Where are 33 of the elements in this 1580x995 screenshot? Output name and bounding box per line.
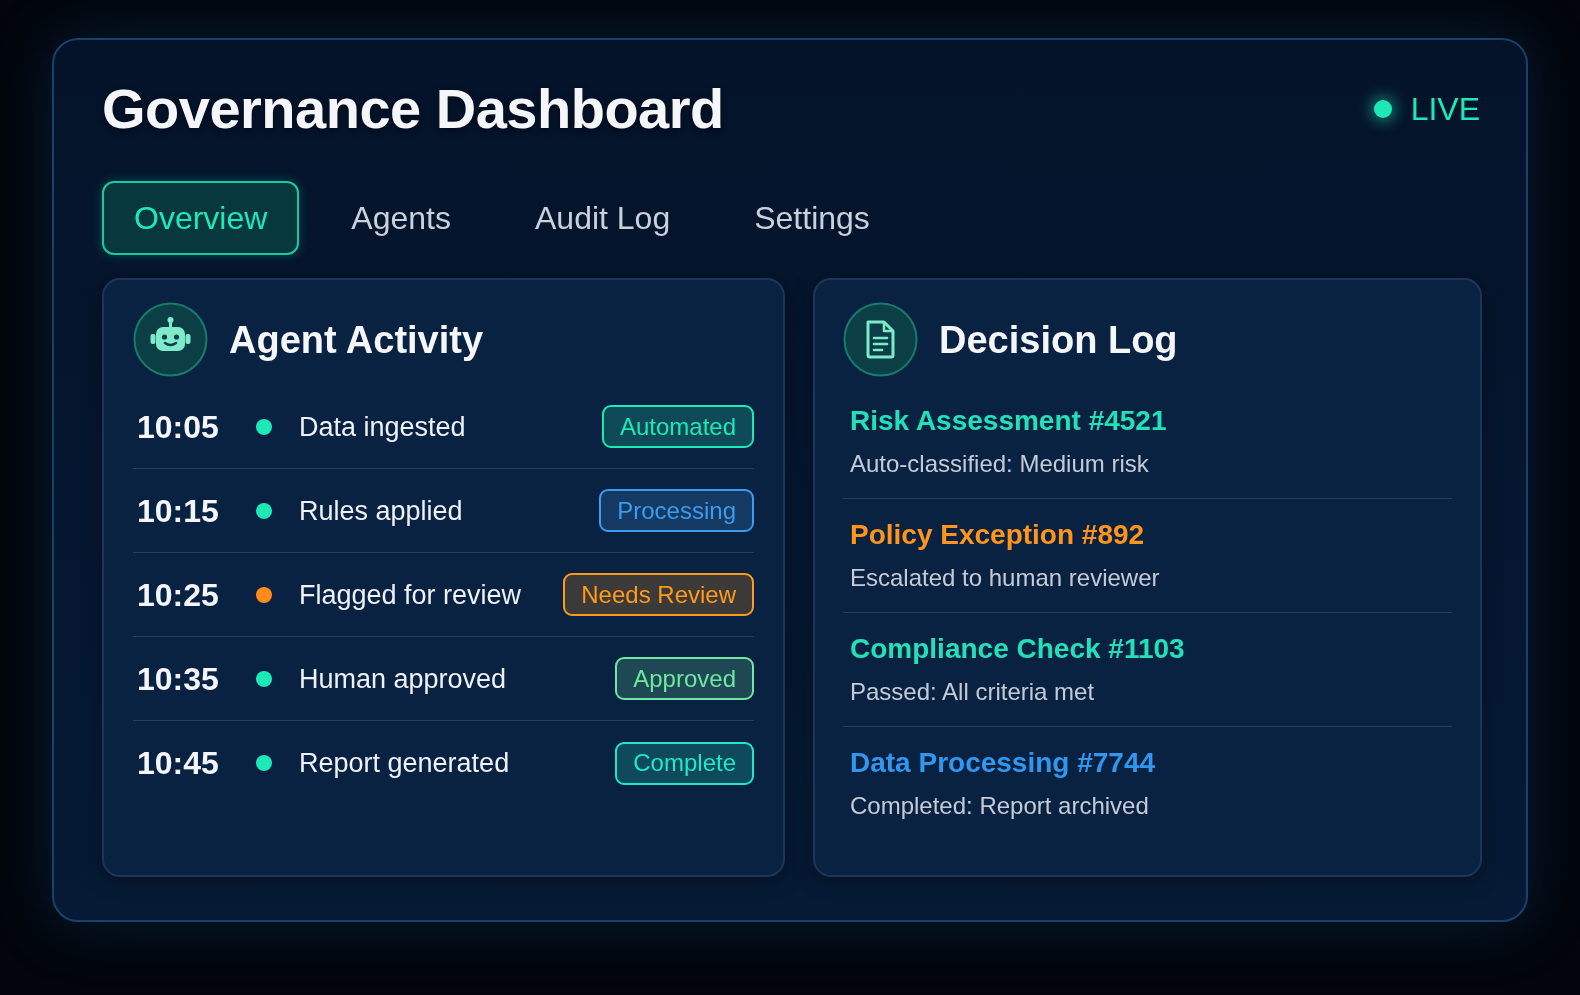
robot-icon [133, 302, 208, 377]
decision-detail: Completed: Report archived [850, 791, 1149, 821]
status-badge: Automated [601, 405, 754, 448]
decision-title: Compliance Check #1103 [850, 632, 1185, 666]
time-label: 10:35 [137, 659, 220, 699]
document-icon [843, 302, 918, 377]
event-label: Flagged for review [299, 578, 522, 612]
tab[interactable]: Settings [722, 181, 902, 255]
decision-detail: Auto-classified: Medium risk [850, 449, 1149, 479]
decision-detail: Passed: All criteria met [850, 677, 1095, 707]
card-title: Decision Log [939, 317, 1178, 363]
status-badge: Approved [615, 657, 754, 700]
event-label: Report generated [299, 747, 510, 780]
time-label: 10:25 [137, 575, 220, 615]
time-label: 10:15 [137, 491, 220, 531]
live-status-label: LIVE [1410, 90, 1480, 129]
tab[interactable]: Overview [102, 181, 300, 255]
status-badge: Needs Review [563, 573, 754, 616]
status-badge: Complete [615, 741, 754, 785]
event-label: Human approved [299, 662, 507, 696]
time-label: 10:45 [137, 744, 220, 783]
time-label: 10:05 [137, 407, 220, 447]
decision-title: Risk Assessment #4521 [850, 404, 1167, 438]
tab[interactable]: Agents [319, 181, 483, 255]
event-label: Data ingested [299, 410, 466, 444]
card-title: Agent Activity [229, 317, 484, 363]
decision-detail: Escalated to human reviewer [850, 563, 1160, 593]
decision-title: Data Processing #7744 [850, 746, 1156, 780]
decision-title: Policy Exception #892 [850, 518, 1145, 552]
tab[interactable]: Audit Log [503, 181, 703, 255]
status-badge: Processing [599, 489, 754, 532]
dashboard-title: Governance Dashboard [102, 77, 724, 141]
event-label: Rules applied [299, 494, 463, 528]
